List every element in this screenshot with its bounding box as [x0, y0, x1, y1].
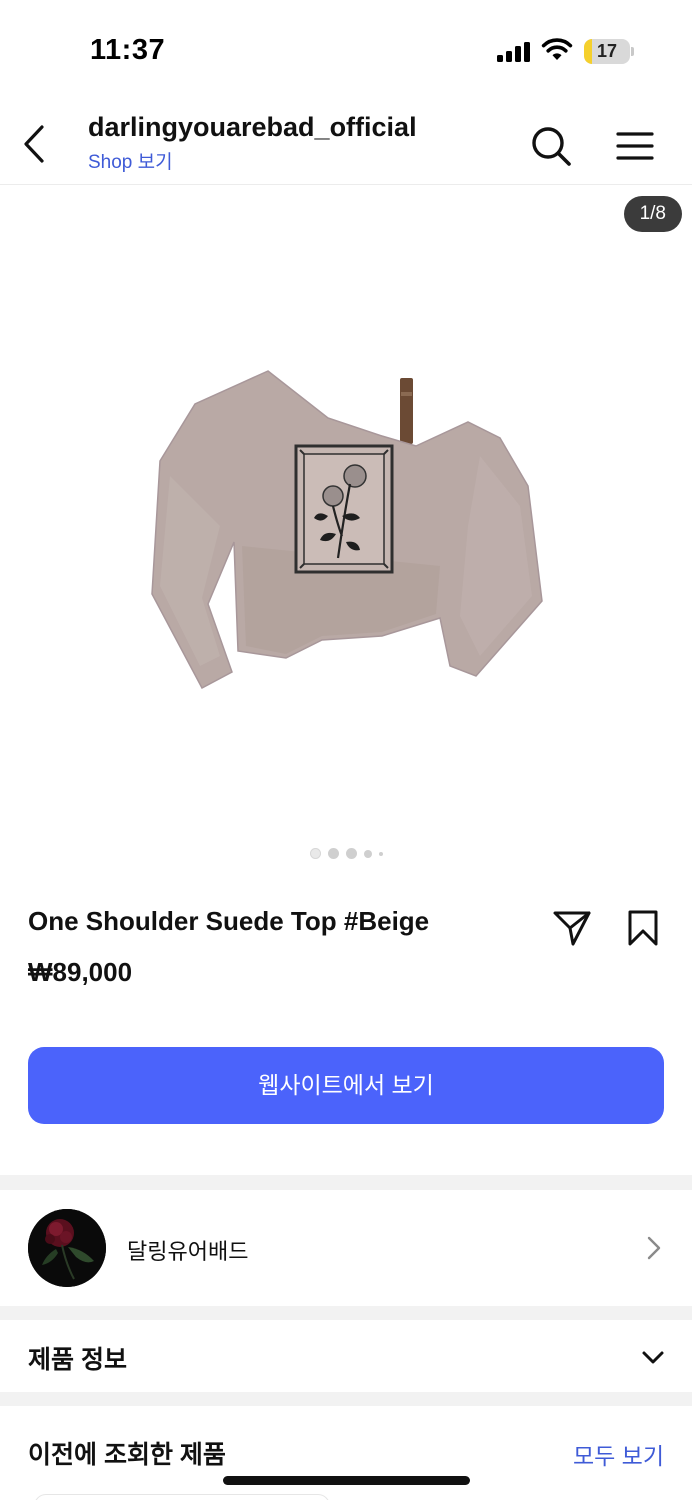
battery-body: 17 [584, 39, 630, 64]
bookmark-icon [628, 910, 658, 946]
battery-indicator: 17 [584, 39, 634, 64]
view-on-website-button[interactable]: 웹사이트에서 보기 [28, 1047, 664, 1124]
shop-avatar [28, 1209, 106, 1287]
share-button[interactable] [550, 906, 594, 950]
carousel-dot-active [309, 848, 321, 859]
carousel-dot [345, 848, 357, 859]
search-button[interactable] [528, 124, 574, 168]
product-title: One Shoulder Suede Top #Beige [28, 906, 430, 936]
view-shop-link[interactable]: Shop 보기 [88, 147, 173, 174]
see-all-link[interactable]: 모두 보기 [573, 1437, 664, 1471]
recently-viewed-title: 이전에 조회한 제품 [28, 1441, 226, 1469]
section-separator [0, 1392, 692, 1406]
product-info-accordion[interactable]: 제품 정보 [0, 1320, 692, 1392]
home-indicator[interactable] [223, 1476, 470, 1485]
carousel-dot [363, 849, 372, 858]
status-time: 11:37 [90, 34, 166, 66]
product-info-title: 제품 정보 [28, 1346, 127, 1374]
battery-nub [631, 47, 634, 56]
shop-row[interactable]: 달링유어배드 [0, 1190, 692, 1306]
shop-account-title[interactable]: darlingyouarebad_official [88, 112, 417, 143]
carousel-dot [378, 851, 383, 856]
section-separator [0, 1175, 692, 1190]
battery-level: 17 [596, 41, 618, 61]
product-price: ₩89,000 [28, 957, 133, 987]
product-photo [151, 370, 543, 690]
chevron-left-icon [24, 125, 44, 163]
chevron-down-icon [642, 1351, 664, 1364]
search-icon [532, 127, 571, 166]
rose-avatar-image [28, 1209, 106, 1287]
wifi-icon [541, 38, 573, 60]
cellular-signal-icon [497, 42, 530, 62]
section-separator [0, 1306, 692, 1320]
image-page-counter: 1/8 [623, 196, 682, 232]
carousel-dot [327, 848, 339, 859]
menu-button[interactable] [614, 126, 656, 166]
hamburger-menu-icon [616, 132, 654, 160]
save-button[interactable] [622, 906, 664, 950]
status-bar: 11:37 17 [0, 0, 692, 100]
shop-name: 달링유어배드 [127, 1239, 249, 1264]
recently-viewed-section: 이전에 조회한 제품 모두 보기 [0, 1406, 692, 1500]
back-button[interactable] [14, 122, 54, 166]
chevron-right-icon [647, 1236, 661, 1260]
carousel-dots [0, 848, 692, 859]
share-icon [553, 911, 591, 946]
product-image-carousel[interactable]: 1/8 [0, 186, 692, 876]
recent-product-card[interactable] [34, 1494, 330, 1500]
app-header: darlingyouarebad_official Shop 보기 [0, 100, 692, 185]
